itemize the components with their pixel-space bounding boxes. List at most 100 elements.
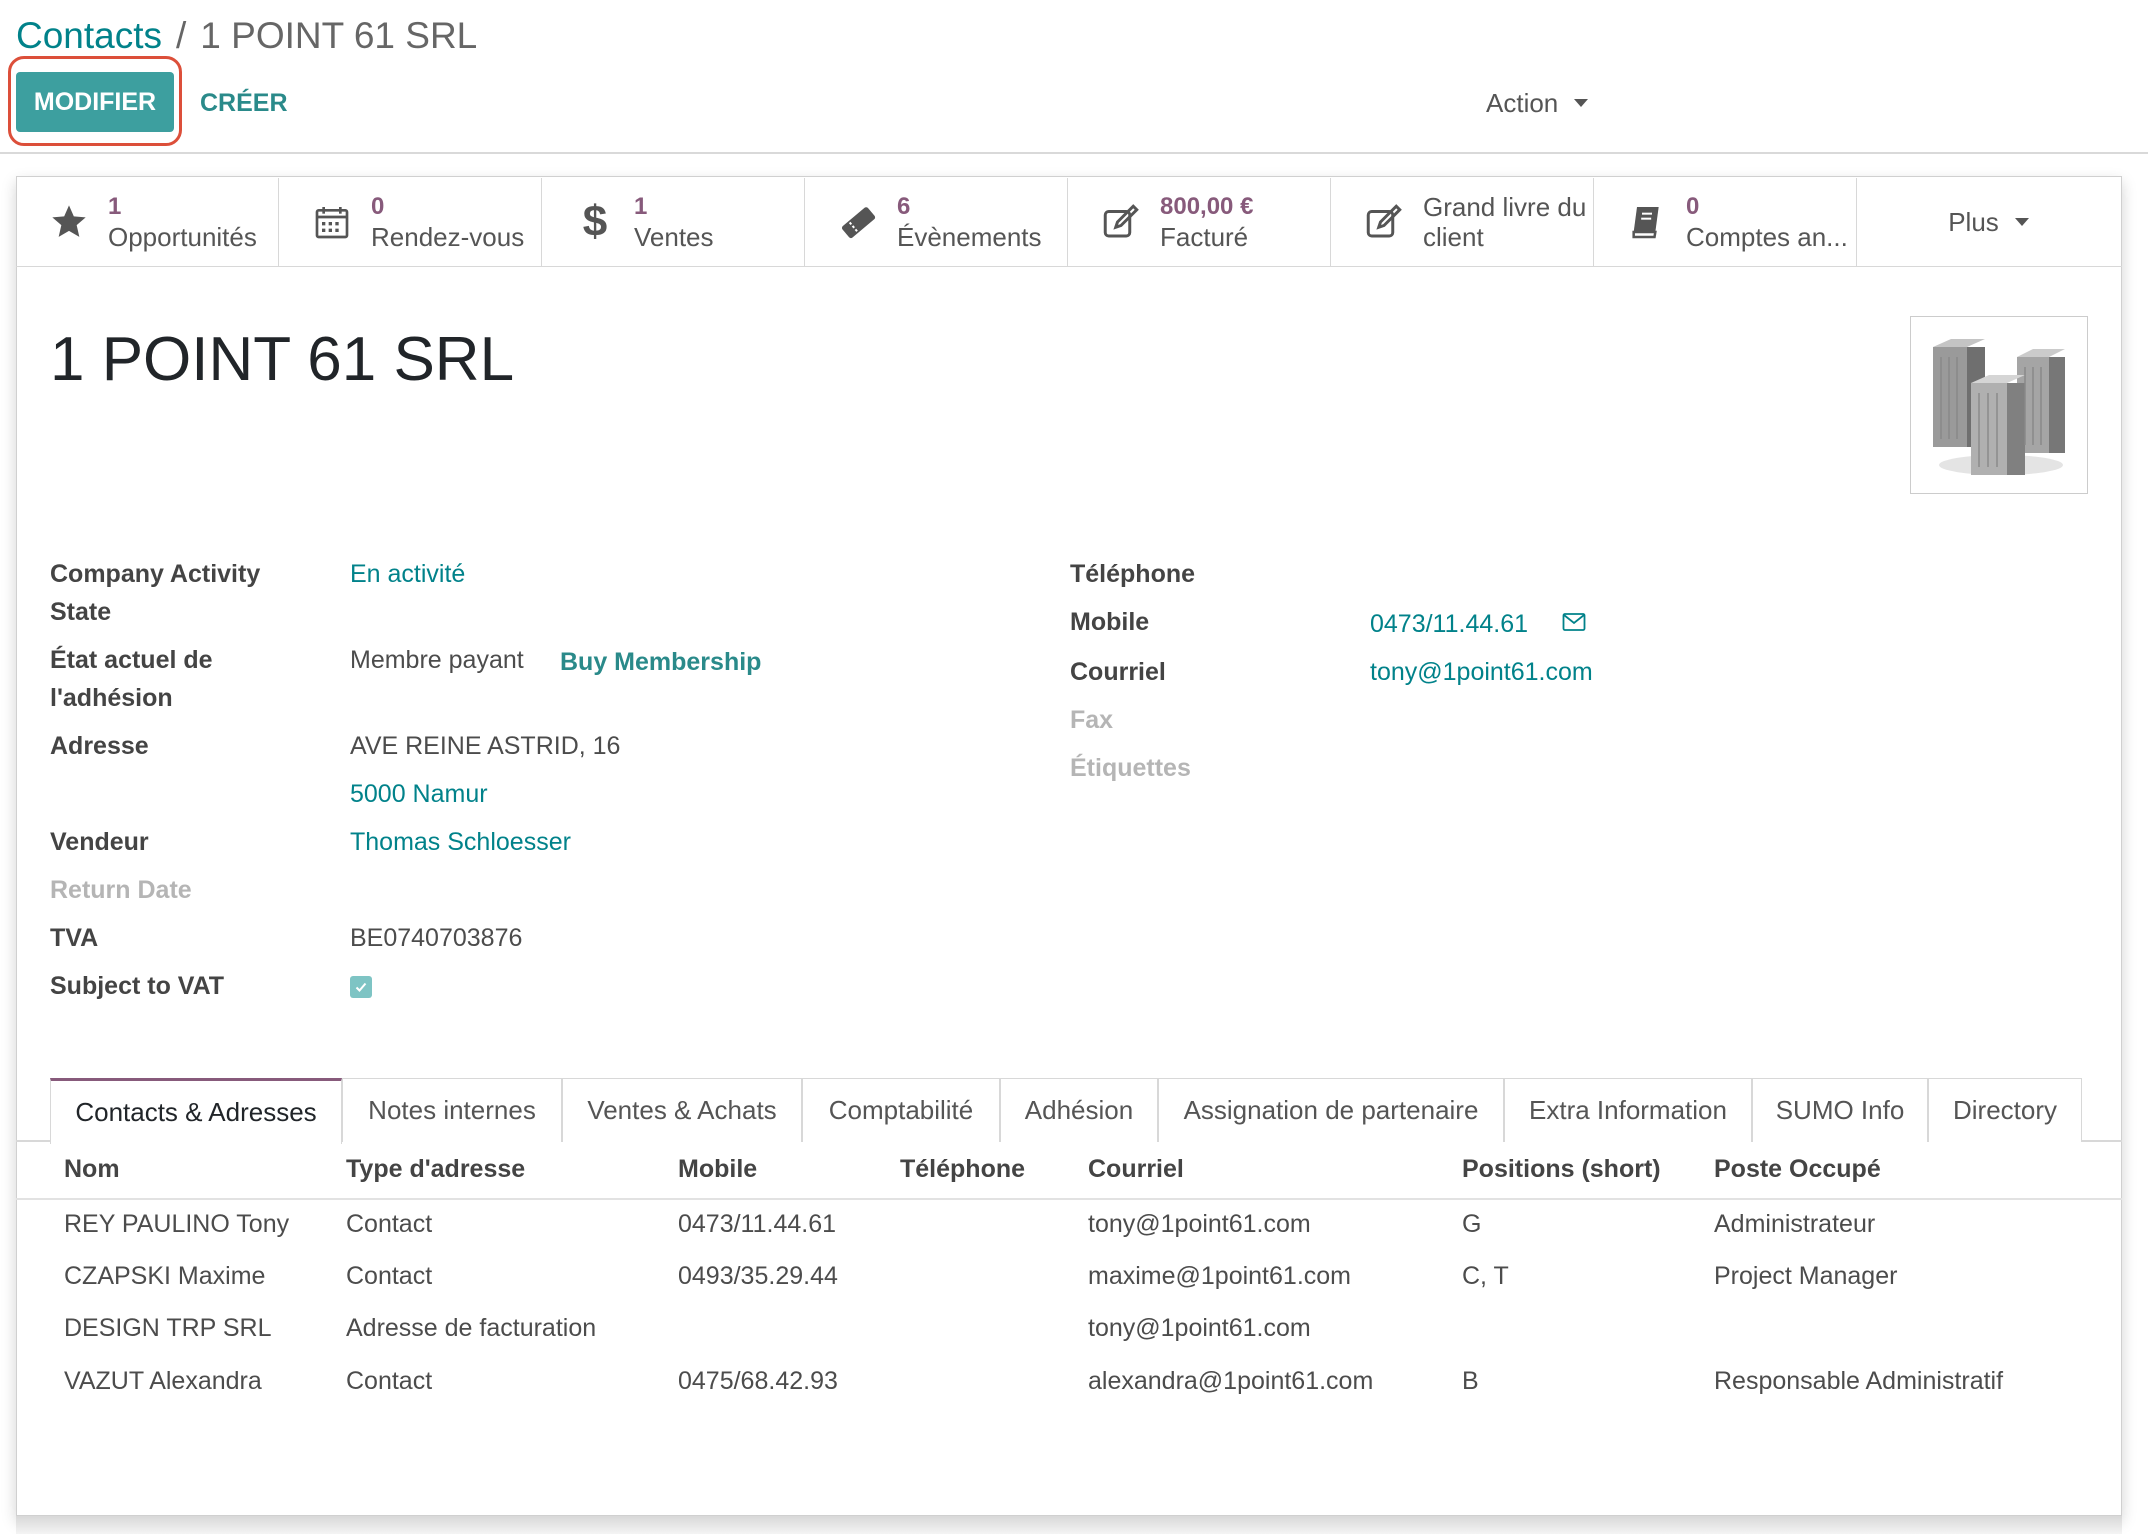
activity-state-value[interactable]: En activité (350, 555, 465, 593)
edit-icon (1098, 199, 1144, 245)
smart-number: 6 (897, 193, 911, 220)
mobile-value[interactable]: 0473/11.44.61 (1370, 605, 1528, 643)
smart-label-line2: client (1423, 222, 1484, 252)
smart-button-events[interactable]: 6 Évènements (805, 178, 1068, 266)
cell-positions: B (1462, 1367, 1479, 1395)
action-label: Action (1486, 88, 1559, 118)
action-dropdown[interactable]: Action (1486, 86, 1589, 120)
cell-name: VAZUT Alexandra (64, 1367, 262, 1395)
breadcrumb-contacts-link[interactable]: Contacts (16, 15, 162, 56)
cell-mobile: 0475/68.42.93 (678, 1367, 838, 1395)
buy-membership-button[interactable]: Buy Membership (560, 643, 761, 681)
control-panel-divider (0, 152, 2148, 154)
dollar-icon: $ (582, 197, 608, 246)
sheet-shadow (16, 1516, 2122, 1534)
column-header-address-type[interactable]: Type d'adresse (346, 1148, 525, 1190)
caret-down-icon (2014, 218, 2029, 226)
company-avatar[interactable] (1910, 316, 2088, 494)
smart-label: Évènements (897, 222, 1042, 252)
tab-sales-purchases[interactable]: Ventes & Achats (562, 1078, 802, 1142)
table-row[interactable]: REY PAULINO Tony Contact 0473/11.44.61 t… (16, 1198, 2122, 1250)
star-icon (46, 199, 92, 245)
smart-number: 0 (371, 193, 385, 220)
subject-to-vat-label: Subject to VAT (50, 972, 225, 1000)
cell-email: alexandra@1point61.com (1088, 1367, 1374, 1395)
edit-icon (1361, 199, 1407, 245)
subject-to-vat-checkbox[interactable] (350, 976, 372, 998)
smart-number: 800,00 € (1160, 193, 1254, 220)
tab-accounting[interactable]: Comptabilité (802, 1078, 1000, 1142)
activity-state-label-line1: Company Activity (50, 560, 261, 588)
cell-positions: C, T (1462, 1262, 1509, 1290)
smart-label-line1: Grand livre du (1423, 192, 1587, 222)
column-header-positions[interactable]: Positions (short) (1462, 1148, 1661, 1190)
column-header-job-position[interactable]: Poste Occupé (1714, 1148, 1881, 1190)
email-label: Courriel (1070, 658, 1166, 686)
more-label: Plus (1948, 206, 1999, 237)
tab-contacts-addresses[interactable]: Contacts & Adresses (50, 1078, 342, 1144)
cell-address-type: Contact (346, 1210, 433, 1238)
return-date-label: Return Date (50, 876, 192, 904)
tab-sumo-info[interactable]: SUMO Info (1752, 1078, 1928, 1142)
column-header-mobile[interactable]: Mobile (678, 1148, 757, 1190)
cell-address-type: Contact (346, 1262, 433, 1290)
membership-state-label-line2: l'adhésion (50, 684, 173, 712)
phone-label: Téléphone (1070, 560, 1196, 588)
cell-email: tony@1point61.com (1088, 1210, 1311, 1238)
fax-label: Fax (1070, 706, 1114, 734)
cell-job-position: Administrateur (1714, 1210, 1876, 1238)
smart-button-invoiced[interactable]: 800,00 € Facturé (1068, 178, 1331, 266)
smart-label: Facturé (1160, 222, 1249, 252)
cell-name: DESIGN TRP SRL (64, 1314, 272, 1342)
column-header-phone[interactable]: Téléphone (900, 1148, 1025, 1190)
send-sms-envelope-icon[interactable] (1562, 612, 1586, 637)
membership-state-label-line1: État actuel de (50, 646, 213, 674)
mobile-label: Mobile (1070, 608, 1150, 636)
caret-down-icon (1574, 99, 1589, 107)
address-street: AVE REINE ASTRID, 16 (350, 732, 621, 760)
cell-address-type: Adresse de facturation (346, 1314, 597, 1342)
cell-address-type: Contact (346, 1367, 433, 1395)
table-row[interactable]: VAZUT Alexandra Contact 0475/68.42.93 al… (16, 1355, 2122, 1407)
smart-number: 0 (1686, 193, 1700, 220)
smart-button-sales[interactable]: $ 1 Ventes (542, 178, 805, 266)
tab-partner-assignment[interactable]: Assignation de partenaire (1158, 1078, 1504, 1142)
company-buildings-icon (1933, 339, 2065, 475)
cell-name: CZAPSKI Maxime (64, 1262, 266, 1290)
cell-email: maxime@1point61.com (1088, 1262, 1351, 1290)
smart-label: Rendez-vous (371, 222, 525, 252)
membership-state-value: Membre payant (350, 646, 524, 674)
tab-membership[interactable]: Adhésion (1000, 1078, 1158, 1142)
column-header-name[interactable]: Nom (64, 1148, 120, 1190)
smart-button-analytic-accounts[interactable]: 0 Comptes an... (1594, 178, 1857, 266)
vat-value: BE0740703876 (350, 924, 523, 952)
cell-name: REY PAULINO Tony (64, 1210, 290, 1238)
cell-mobile: 0493/35.29.44 (678, 1262, 838, 1290)
calendar-icon (309, 199, 355, 245)
email-value[interactable]: tony@1point61.com (1370, 653, 1593, 691)
smart-label: Opportunités (108, 222, 257, 252)
vat-label: TVA (50, 924, 99, 952)
checkmark-icon (355, 982, 367, 992)
breadcrumb-separator: / (176, 15, 187, 56)
smart-number: 1 (108, 193, 122, 220)
address-label: Adresse (50, 732, 149, 760)
smart-button-ledger[interactable]: Grand livre du client (1331, 178, 1594, 266)
tab-internal-notes[interactable]: Notes internes (342, 1078, 562, 1142)
breadcrumb-current: 1 POINT 61 SRL (200, 15, 478, 56)
cell-job-position: Project Manager (1714, 1262, 1898, 1290)
address-city[interactable]: 5000 Namur (350, 775, 488, 813)
table-row[interactable]: CZAPSKI Maxime Contact 0493/35.29.44 max… (16, 1250, 2122, 1302)
salesperson-value[interactable]: Thomas Schloesser (350, 823, 571, 861)
table-row[interactable]: DESIGN TRP SRL Adresse de facturation to… (16, 1302, 2122, 1354)
cell-email: tony@1point61.com (1088, 1314, 1311, 1342)
more-button[interactable]: Plus (1857, 178, 2120, 266)
book-icon (1624, 199, 1670, 245)
column-header-email[interactable]: Courriel (1088, 1148, 1184, 1190)
smart-button-meetings[interactable]: 0 Rendez-vous (279, 178, 542, 266)
smart-buttons-bar: 1 Opportunités 0 Rendez-vous $ 1 Ventes 6 Év… (16, 178, 2122, 267)
create-button[interactable]: CRÉER (200, 86, 288, 120)
smart-button-opportunities[interactable]: 1 Opportunités (16, 178, 279, 266)
tab-extra-information[interactable]: Extra Information (1504, 1078, 1752, 1142)
tab-directory[interactable]: Directory (1928, 1078, 2082, 1142)
